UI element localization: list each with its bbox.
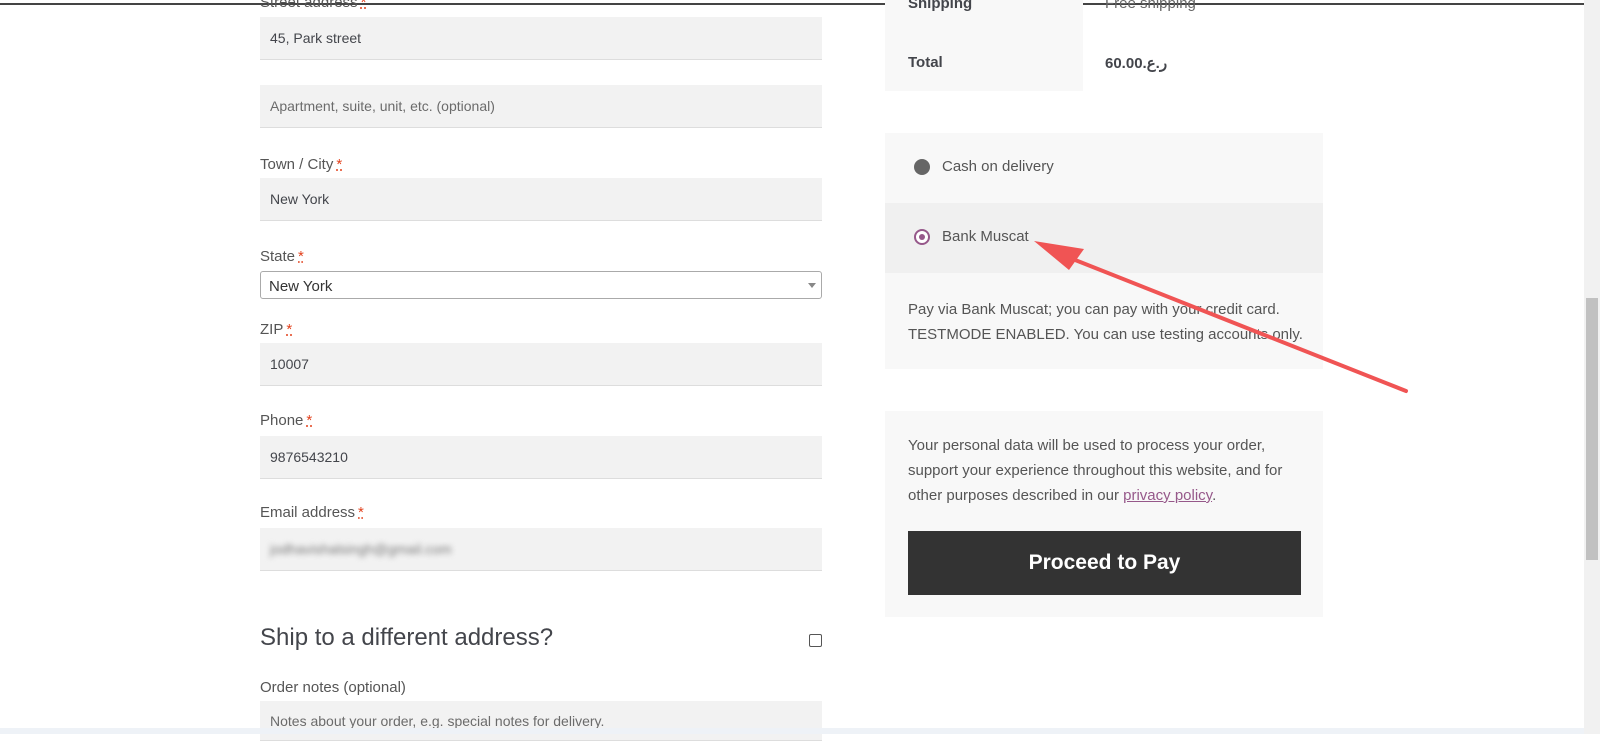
annotation-arrow-icon	[1034, 241, 1408, 393]
scrollbar-thumb[interactable]	[1586, 298, 1598, 560]
bottom-edge	[0, 728, 1584, 734]
